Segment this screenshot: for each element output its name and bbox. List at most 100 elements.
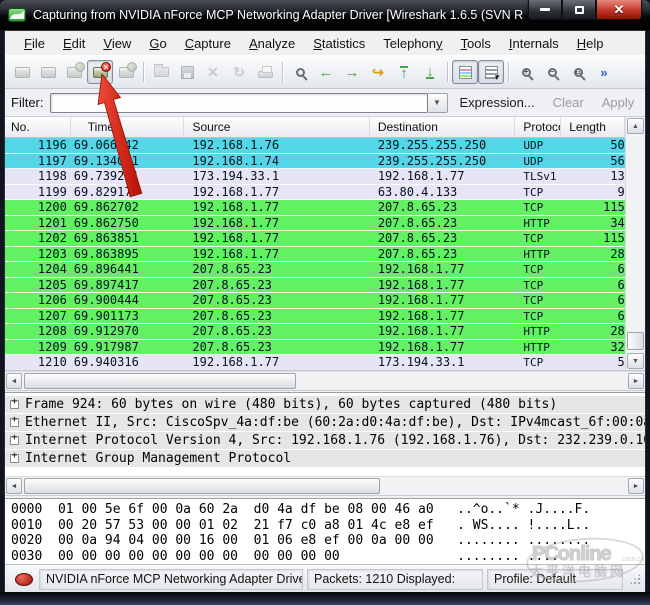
go-to-packet-button[interactable]: ↪: [365, 60, 391, 84]
zoom-in-button[interactable]: +: [513, 60, 539, 84]
expander-icon[interactable]: [10, 418, 19, 427]
column-header-no[interactable]: No.: [5, 117, 71, 138]
list-interfaces-button[interactable]: [9, 60, 35, 84]
table-row-packet-1199[interactable]: 119969.829177192.168.1.7763.80.4.133TCP9…: [5, 185, 625, 201]
colorize-button[interactable]: [452, 60, 478, 84]
close-button[interactable]: ✕: [596, 0, 642, 20]
clear-button[interactable]: Clear: [553, 95, 584, 110]
restart-capture-button[interactable]: [113, 60, 139, 84]
table-row-packet-1200[interactable]: 120069.862702192.168.1.77207.8.65.23TCP1…: [5, 200, 625, 216]
detail-row-2[interactable]: Internet Protocol Version 4, Src: 192.16…: [5, 432, 645, 449]
table-row-packet-1208[interactable]: 120869.912970207.8.65.23192.168.1.77HTTP…: [5, 324, 625, 340]
menu-file[interactable]: File: [15, 33, 54, 54]
reload-button[interactable]: ↻: [226, 60, 252, 84]
printer-icon: [255, 62, 275, 82]
horizontal-scroll-thumb[interactable]: [24, 373, 296, 389]
resize-grip[interactable]: [629, 573, 641, 585]
dev-list-icon: [12, 62, 32, 82]
toolbar-overflow-button[interactable]: »: [591, 60, 617, 84]
go-to-top-button[interactable]: ↑: [391, 60, 417, 84]
column-header-time[interactable]: Time: [71, 117, 185, 138]
scroll-down-icon[interactable]: ▼: [627, 353, 644, 369]
packet-list-horizontal-scrollbar[interactable]: ◄ ►: [5, 371, 645, 391]
column-header-length[interactable]: Length: [561, 117, 625, 138]
table-row-packet-1201[interactable]: 120169.862750192.168.1.77207.8.65.23HTTP…: [5, 216, 625, 232]
table-row-packet-1204[interactable]: 120469.896441207.8.65.23192.168.1.77TCP6…: [5, 262, 625, 278]
menu-statistics[interactable]: Statistics: [304, 33, 374, 54]
window-controls: ✕: [528, 0, 642, 20]
filter-dropdown-icon[interactable]: ▼: [428, 93, 448, 113]
menu-help[interactable]: Help: [568, 33, 613, 54]
arrow-left-icon: ←: [316, 62, 336, 82]
status-interface: NVIDIA nForce MCP Networking Adapter Dri…: [39, 569, 303, 590]
xmark-icon: ✕: [203, 62, 223, 82]
table-row-packet-1197[interactable]: 119769.134051192.168.1.74239.255.255.250…: [5, 154, 625, 170]
detail-row-1[interactable]: Ethernet II, Src: CiscoSpv_4a:df:be (60:…: [5, 414, 645, 431]
close-file-button[interactable]: ✕: [200, 60, 226, 84]
table-row-packet-1203[interactable]: 120369.863895192.168.1.77207.8.65.23HTTP…: [5, 247, 625, 263]
toolbar-separator: [508, 62, 509, 82]
scroll-right-icon[interactable]: ►: [628, 478, 644, 494]
horizontal-scroll-thumb[interactable]: [24, 478, 380, 494]
expression-button[interactable]: Expression...: [460, 95, 535, 110]
mag-icon: [290, 62, 310, 82]
table-row-packet-1205[interactable]: 120569.897417207.8.65.23192.168.1.77TCP6…: [5, 278, 625, 294]
detail-row-0[interactable]: Frame 924: 60 bytes on wire (480 bits), …: [5, 396, 645, 413]
print-button[interactable]: [252, 60, 278, 84]
zoom-out-button[interactable]: −: [539, 60, 565, 84]
scroll-left-icon[interactable]: ◄: [6, 478, 22, 494]
packet-list-header: No. Time Source Destination Protocol Len…: [5, 117, 625, 138]
capture-status-icon: [15, 573, 33, 586]
filter-input[interactable]: [50, 93, 428, 113]
details-horizontal-scrollbar[interactable]: ◄ ►: [5, 476, 645, 496]
go-forward-button[interactable]: →: [339, 60, 365, 84]
menu-go[interactable]: Go: [140, 33, 175, 54]
scroll-left-icon[interactable]: ◄: [6, 373, 22, 389]
apply-button[interactable]: Apply: [602, 95, 635, 110]
column-header-protocol[interactable]: Protocol: [515, 117, 561, 138]
packet-details-pane: Frame 924: 60 bytes on wire (480 bits), …: [5, 392, 645, 476]
capture-options-button[interactable]: [35, 60, 61, 84]
table-row-packet-1196[interactable]: 119669.066042192.168.1.76239.255.255.250…: [5, 138, 625, 154]
menu-edit[interactable]: Edit: [54, 33, 94, 54]
menu-telephony[interactable]: Telephony: [374, 33, 451, 54]
menu-internals[interactable]: Internals: [500, 33, 568, 54]
start-capture-button[interactable]: [61, 60, 87, 84]
go-to-bottom-button[interactable]: ↓: [417, 60, 443, 84]
menu-analyze[interactable]: Analyze: [240, 33, 304, 54]
auto-scroll-button[interactable]: [478, 60, 504, 84]
wireshark-window: Capturing from NVIDIA nForce MCP Network…: [0, 0, 650, 605]
zoom-100-button[interactable]: 1:1: [565, 60, 591, 84]
table-row-packet-1209[interactable]: 120969.917987207.8.65.23192.168.1.77HTTP…: [5, 340, 625, 356]
reload-icon: ↻: [229, 62, 249, 82]
menu-view[interactable]: View: [94, 33, 140, 54]
column-header-source[interactable]: Source: [184, 117, 369, 138]
maximize-button[interactable]: [562, 0, 596, 20]
minimize-button[interactable]: [528, 0, 562, 20]
go-back-button[interactable]: ←: [313, 60, 339, 84]
scroll-up-icon[interactable]: ▲: [627, 118, 644, 134]
open-file-button[interactable]: [148, 60, 174, 84]
chevron-icon: »: [594, 62, 614, 82]
expander-icon[interactable]: [10, 436, 19, 445]
expander-icon[interactable]: [10, 454, 19, 463]
toolbar-separator: [447, 62, 448, 82]
save-file-button[interactable]: [174, 60, 200, 84]
detail-row-3[interactable]: Internet Group Management Protocol: [5, 450, 645, 467]
scroll-right-icon[interactable]: ►: [628, 373, 644, 389]
toolbar-separator: [282, 62, 283, 82]
menu-capture[interactable]: Capture: [176, 33, 240, 54]
stop-capture-button[interactable]: ×: [87, 60, 113, 84]
expander-icon[interactable]: [10, 400, 19, 409]
table-row-packet-1206[interactable]: 120669.900444207.8.65.23192.168.1.77TCP6…: [5, 293, 625, 309]
find-packet-button[interactable]: [287, 60, 313, 84]
table-row-packet-1210[interactable]: 121069.940316192.168.1.77173.194.33.1TCP…: [5, 355, 625, 370]
table-row-packet-1207[interactable]: 120769.901173207.8.65.23192.168.1.77TCP6…: [5, 309, 625, 325]
packet-list-vertical-scrollbar[interactable]: ▲ ▼: [625, 117, 645, 370]
table-row-packet-1202[interactable]: 120269.863851192.168.1.77207.8.65.23TCP1…: [5, 231, 625, 247]
packet-rows: 119669.066042192.168.1.76239.255.255.250…: [5, 138, 625, 370]
table-row-packet-1198[interactable]: 119869.739231173.194.33.1192.168.1.77TLS…: [5, 169, 625, 185]
menu-tools[interactable]: Tools: [452, 33, 500, 54]
column-header-destination[interactable]: Destination: [370, 117, 516, 138]
vertical-scroll-thumb[interactable]: [627, 332, 644, 350]
